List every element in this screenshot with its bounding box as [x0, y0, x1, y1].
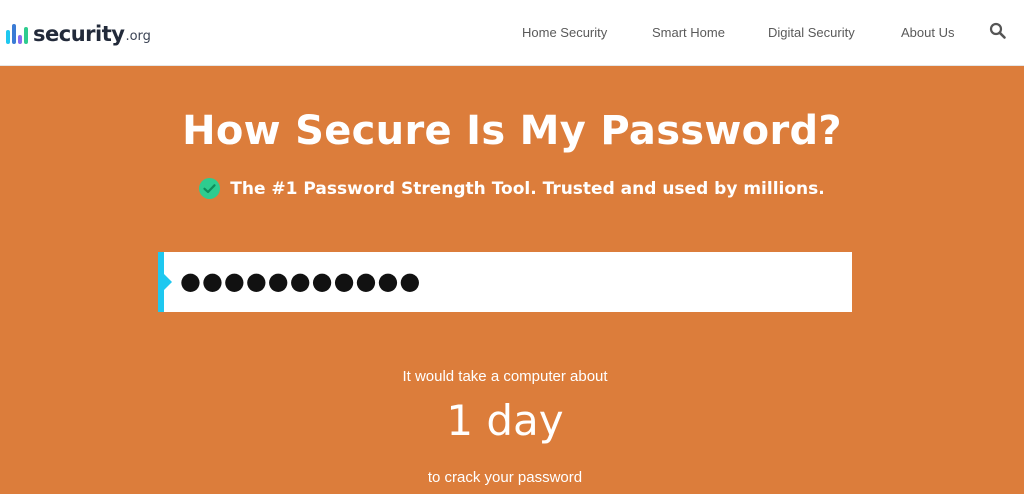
field-accent-notch [164, 274, 172, 290]
crack-time: 1 day [446, 396, 564, 445]
main-nav: Home Security Smart Home Digital Securit… [0, 0, 1024, 66]
page-title: How Secure Is My Password? [182, 108, 842, 154]
result-prefix: It would take a computer about [402, 368, 608, 385]
password-input[interactable] [178, 252, 838, 312]
tagline-text: The #1 Password Strength Tool. Trusted a… [230, 178, 825, 199]
nav-about-us[interactable]: About Us [901, 25, 954, 40]
check-circle-icon [199, 178, 221, 199]
hero-section: How Secure Is My Password? The #1 Passwo… [0, 66, 1024, 494]
nav-home-security[interactable]: Home Security [522, 25, 607, 40]
nav-digital-security[interactable]: Digital Security [768, 25, 855, 40]
site-header: security .org Home Security Smart Home D… [0, 0, 1024, 66]
result-suffix: to crack your password [427, 469, 583, 486]
search-icon[interactable] [989, 22, 1007, 40]
nav-smart-home[interactable]: Smart Home [652, 25, 725, 40]
tagline: The #1 Password Strength Tool. Trusted a… [0, 178, 1024, 199]
password-field-container: ●●●●●●●●●●● [158, 252, 852, 312]
